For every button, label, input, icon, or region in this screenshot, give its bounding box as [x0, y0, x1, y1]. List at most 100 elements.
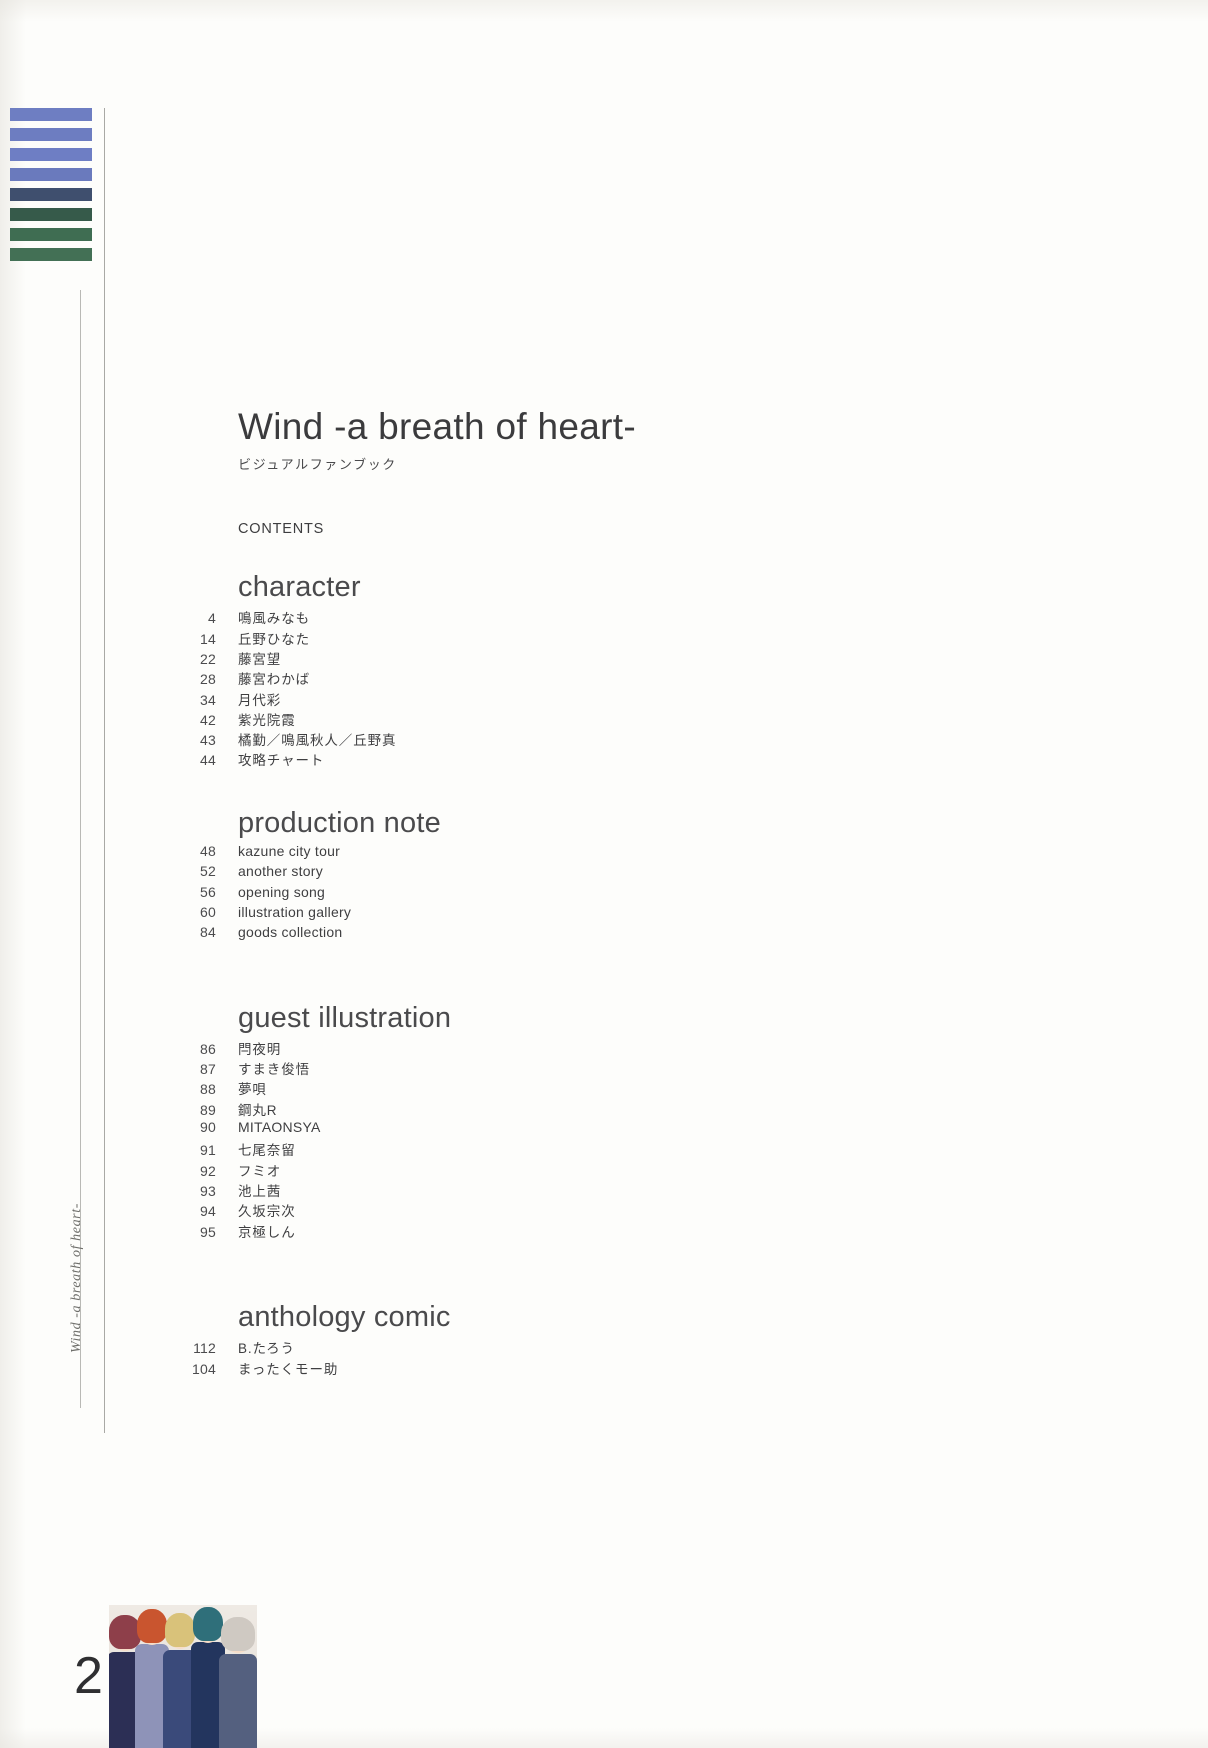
toc-entry-page-number: 48: [200, 843, 216, 860]
toc-entry[interactable]: 14 丘野ひなた: [200, 628, 938, 648]
toc-entry-page-number: 88: [200, 1081, 216, 1098]
toc-entry-title: 京極しん: [238, 1224, 296, 1240]
contents-block: Wind -a breath of heart- ビジュアルファンブック CON…: [192, 406, 938, 1378]
toc-entry[interactable]: 43 橘勤／鳴風秋人／丘野真: [200, 729, 938, 749]
toc-entry-title: 七尾奈留: [238, 1143, 296, 1159]
section-heading: anthology comic: [238, 1300, 451, 1333]
toc-entry-page-number: 60: [200, 903, 216, 920]
toc-entry-title: 鳴風みなも: [238, 611, 310, 627]
toc-entry[interactable]: 52 another story: [200, 863, 938, 883]
toc-entry-title: 閂夜明: [238, 1041, 282, 1057]
toc-entry[interactable]: 34 月代彩: [200, 689, 938, 709]
toc-entry-title: 池上茜: [238, 1183, 282, 1199]
toc-entry-title: すまき俊悟: [238, 1062, 310, 1078]
toc-section-guest-illustration: guest illustration 86 閂夜明 87 すまき俊悟 88 夢唄 89 鋼丸R 9…: [200, 1001, 938, 1241]
toc-entry[interactable]: 90 MITAONSYA: [200, 1119, 938, 1139]
page-subtitle: ビジュアルファンブック: [238, 457, 397, 472]
color-bar-stack: [10, 108, 92, 268]
toc-entry[interactable]: 56 opening song: [200, 883, 938, 904]
toc-entry-page-number: 22: [200, 650, 216, 667]
figure-body: [219, 1654, 257, 1748]
toc-entry-page-number: 86: [200, 1040, 216, 1057]
toc-entry-page-number: 90: [200, 1119, 216, 1136]
toc-entry[interactable]: 112 B.たろう: [193, 1337, 938, 1357]
toc-entry[interactable]: 4 鳴風みなも: [208, 607, 938, 627]
toc-entry-title: 丘野ひなた: [238, 631, 310, 647]
toc-entry-page-number: 87: [200, 1061, 216, 1078]
toc-section-anthology-comic: anthology comic 112 B.たろう 104 まったくモー助: [192, 1300, 938, 1378]
toc-entry-page-number: 42: [200, 711, 216, 728]
toc-section-character: character 4 鳴風みなも 14 丘野ひなた 22 藤宮望 28 藤宮わかば 34 月代彩 4…: [200, 571, 938, 770]
toc-entry[interactable]: 93 池上茜: [200, 1180, 938, 1200]
toc-entry-title: goods collection: [238, 924, 343, 941]
toc-entry[interactable]: 89 鋼丸R: [200, 1099, 938, 1119]
spine-script-text: Wind -a breath of heart-: [69, 1203, 84, 1353]
toc-entry-page-number: 93: [200, 1182, 216, 1199]
toc-entry-page-number: 43: [200, 732, 216, 749]
toc-entry-title: MITAONSYA: [238, 1119, 321, 1136]
toc-entry[interactable]: 92 フミオ: [200, 1160, 938, 1180]
color-bar-1: [10, 108, 92, 121]
toc-entry-page-number: 14: [200, 630, 216, 647]
toc-entry[interactable]: 48 kazune city tour: [200, 843, 938, 863]
toc-entry-page-number: 28: [200, 671, 216, 688]
document-page: Wind -a breath of heart- Wind -a breath …: [0, 0, 1208, 1748]
toc-entry-page-number: 104: [192, 1360, 216, 1377]
toc-entry-page-number: 34: [200, 691, 216, 708]
section-heading: production note: [238, 806, 441, 839]
toc-entry-title: 鋼丸R: [238, 1102, 278, 1118]
color-bar-3: [10, 148, 92, 161]
toc-entry-page-number: 92: [200, 1162, 216, 1179]
toc-entry-title: another story: [238, 863, 323, 880]
toc-entry[interactable]: 84 goods collection: [200, 924, 938, 944]
toc-entry-page-number: 94: [200, 1203, 216, 1220]
toc-entry-title: 橘勤／鳴風秋人／丘野真: [238, 733, 397, 749]
figure-hair: [221, 1617, 255, 1651]
toc-entry[interactable]: 22 藤宮望: [200, 648, 938, 668]
toc-entry[interactable]: 94 久坂宗次: [200, 1200, 938, 1220]
toc-entry-page-number: 52: [200, 863, 216, 880]
section-heading: character: [238, 571, 361, 603]
toc-entry[interactable]: 42 紫光院霞: [200, 709, 938, 729]
toc-entry[interactable]: 44 攻略チャート: [200, 749, 938, 769]
toc-entry-title: opening song: [238, 883, 326, 900]
toc-entry[interactable]: 95 京極しん: [200, 1221, 938, 1241]
toc-entry-title: 藤宮わかば: [238, 672, 310, 688]
toc-entry-page-number: 56: [200, 883, 216, 900]
toc-entry[interactable]: 87 すまき俊悟: [200, 1058, 938, 1078]
toc-entry-page-number: 84: [200, 924, 216, 941]
character-thumbnail-image: [109, 1605, 257, 1748]
color-bar-8: [10, 248, 92, 261]
thumbnail-figure-5: [217, 1605, 257, 1748]
toc-entry-title: 夢唄: [238, 1082, 267, 1098]
toc-entry-title: 久坂宗次: [238, 1204, 296, 1220]
toc-entry-title: フミオ: [238, 1163, 282, 1179]
toc-entry-title: 月代彩: [238, 692, 282, 708]
toc-entry-page-number: 91: [200, 1142, 216, 1159]
toc-section-production-note: production note 48 kazune city tour 52 anoth…: [200, 806, 938, 945]
color-bar-5: [10, 188, 92, 201]
toc-entry-title: 紫光院霞: [238, 712, 296, 728]
color-bar-6: [10, 208, 92, 221]
toc-sections: character 4 鳴風みなも 14 丘野ひなた 22 藤宮望 28 藤宮わかば 34 月代彩 4…: [192, 571, 938, 1378]
toc-entry-title: kazune city tour: [238, 843, 341, 860]
toc-entry-title: 藤宮望: [238, 651, 282, 667]
toc-entry-page-number: 4: [208, 610, 216, 627]
vertical-rule-main: [104, 108, 105, 1433]
page-title: Wind -a breath of heart-: [238, 406, 636, 447]
section-heading: guest illustration: [238, 1001, 452, 1034]
toc-entry[interactable]: 86 閂夜明: [200, 1038, 938, 1058]
toc-entry[interactable]: 104 まったくモー助: [192, 1358, 938, 1378]
toc-entry[interactable]: 28 藤宮わかば: [200, 668, 938, 688]
toc-entry[interactable]: 60 illustration gallery: [200, 904, 938, 924]
color-bar-2: [10, 128, 92, 141]
toc-entry-page-number: 44: [200, 752, 216, 769]
toc-entry-page-number: 112: [193, 1340, 216, 1357]
page-number: 2: [74, 1647, 103, 1705]
toc-entry-title: まったくモー助: [238, 1361, 339, 1377]
toc-entry-title: B.たろう: [238, 1341, 295, 1357]
toc-entry-page-number: 95: [200, 1223, 216, 1240]
color-bar-7: [10, 228, 92, 241]
toc-entry[interactable]: 91 七尾奈留: [200, 1139, 938, 1159]
toc-entry[interactable]: 88 夢唄: [200, 1078, 938, 1098]
